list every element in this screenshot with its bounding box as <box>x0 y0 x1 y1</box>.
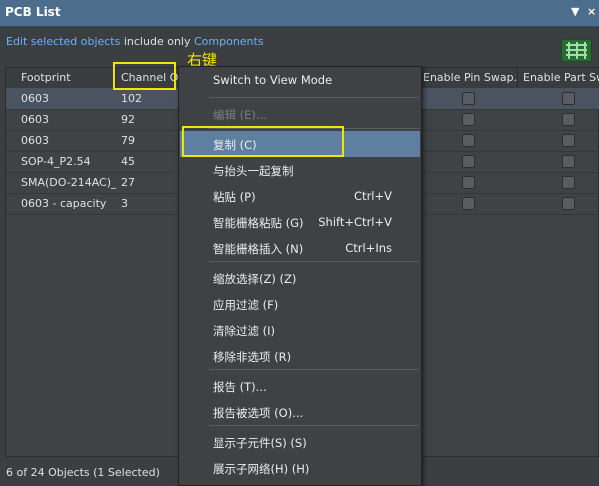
menu-item-label: 报告被选项 (O)... <box>213 406 304 420</box>
menu-item-label: 报告 (T)... <box>213 380 267 394</box>
menu-item-shortcut: Shift+Ctrl+V <box>318 215 392 229</box>
menu-separator <box>209 261 419 262</box>
highlight-box-column-header <box>113 62 176 90</box>
menu-item-report[interactable]: 报告 (T)... <box>180 373 420 399</box>
pcb-board-icon[interactable] <box>561 39 592 62</box>
cell-channel: 45 <box>121 155 135 168</box>
column-header-enable-part-swap[interactable]: Enable Part Sw <box>518 68 599 88</box>
panel-menu-icon[interactable]: ▼ <box>571 5 579 18</box>
menu-separator <box>209 97 419 98</box>
menu-item-report-selected[interactable]: 报告被选项 (O)... <box>180 399 420 425</box>
panel-title: PCB List <box>5 5 61 19</box>
cell-footprint: SOP-4_P2.54 <box>21 155 91 168</box>
checkbox-enable-part-swap[interactable] <box>562 155 575 168</box>
menu-separator <box>209 369 419 370</box>
checkbox-enable-part-swap[interactable] <box>562 176 575 189</box>
checkbox-enable-part-swap[interactable] <box>562 113 575 126</box>
menu-item-label: 显示子元件(S) (S) <box>213 436 307 450</box>
checkbox-enable-part-swap[interactable] <box>562 92 575 105</box>
status-text: 6 of 24 Objects (1 Selected) <box>6 466 160 479</box>
cell-footprint: 0603 <box>21 113 49 126</box>
checkbox-enable-part-swap[interactable] <box>562 197 575 210</box>
menu-item-label: 智能栅格粘贴 (G) <box>213 216 304 230</box>
cell-channel: 27 <box>121 176 135 189</box>
cell-footprint: 0603 <box>21 134 49 147</box>
menu-item-label: 粘贴 (P) <box>213 190 256 204</box>
menu-item-edit[interactable]: 编辑 (E)... <box>180 101 420 127</box>
menu-item-clear-filter[interactable]: 清除过滤 (I) <box>180 317 420 343</box>
checkbox-enable-pin-swap[interactable] <box>462 113 475 126</box>
menu-separator <box>209 425 419 426</box>
checkbox-enable-pin-swap[interactable] <box>462 197 475 210</box>
column-header-footprint[interactable]: Footprint <box>16 68 116 88</box>
checkbox-enable-pin-swap[interactable] <box>462 92 475 105</box>
menu-item-paste[interactable]: 粘贴 (P) Ctrl+V <box>180 183 420 209</box>
checkbox-enable-pin-swap[interactable] <box>462 176 475 189</box>
menu-item-label: 智能栅格插入 (N) <box>213 242 304 256</box>
menu-item-label: 移除非选项 (R) <box>213 350 292 364</box>
edit-selected-link[interactable]: Edit selected objects <box>6 35 120 48</box>
cell-footprint: SMA(DO-214AC)_S2 <box>21 176 116 189</box>
object-kind-link[interactable]: Components <box>194 35 264 48</box>
highlight-box-copy <box>182 126 344 157</box>
checkbox-enable-part-swap[interactable] <box>562 134 575 147</box>
cell-channel: 92 <box>121 113 135 126</box>
menu-item-smart-grid-insert[interactable]: 智能栅格插入 (N) Ctrl+Ins <box>180 235 420 261</box>
menu-item-smart-grid-paste[interactable]: 智能栅格粘贴 (G) Shift+Ctrl+V <box>180 209 420 235</box>
menu-item-label: 缩放选择(Z) (Z) <box>213 272 297 286</box>
cell-channel: 102 <box>121 92 142 105</box>
menu-item-show-child-nets[interactable]: 展示子网络(H) (H) <box>180 455 420 481</box>
menu-item-remove-non-selected[interactable]: 移除非选项 (R) <box>180 343 420 369</box>
panel-title-bar: PCB List ▼ × <box>0 0 599 27</box>
menu-item-apply-filter[interactable]: 应用过滤 (F) <box>180 291 420 317</box>
filter-mode-text: include only <box>123 35 191 48</box>
menu-item-label: 与抬头一起复制 <box>213 164 294 178</box>
cell-channel: 79 <box>121 134 135 147</box>
menu-item-label: 展示子网络(H) (H) <box>213 462 310 476</box>
close-icon[interactable]: × <box>587 5 596 18</box>
menu-item-label: 应用过滤 (F) <box>213 298 279 312</box>
cell-footprint: 0603 <box>21 92 49 105</box>
column-header-enable-pin-swap[interactable]: Enable Pin Swap... <box>418 68 518 88</box>
menu-item-copy-with-header[interactable]: 与抬头一起复制 <box>180 157 420 183</box>
cell-footprint: 0603 - capacity <box>21 197 107 210</box>
menu-item-label: 清除过滤 (I) <box>213 324 276 338</box>
menu-item-shortcut: Ctrl+Ins <box>345 241 392 255</box>
menu-item-shortcut: Ctrl+V <box>354 189 392 203</box>
cell-channel: 3 <box>121 197 128 210</box>
menu-item-show-children[interactable]: 显示子元件(S) (S) <box>180 429 420 455</box>
checkbox-enable-pin-swap[interactable] <box>462 155 475 168</box>
filter-description: Edit selected objects include only Compo… <box>6 35 264 48</box>
checkbox-enable-pin-swap[interactable] <box>462 134 475 147</box>
menu-item-switch-to-view-mode[interactable]: Switch to View Mode <box>180 67 420 93</box>
menu-item-label: 编辑 (E)... <box>213 108 267 122</box>
menu-item-label: Switch to View Mode <box>213 73 333 87</box>
menu-item-zoom-selection[interactable]: 缩放选择(Z) (Z) <box>180 265 420 291</box>
